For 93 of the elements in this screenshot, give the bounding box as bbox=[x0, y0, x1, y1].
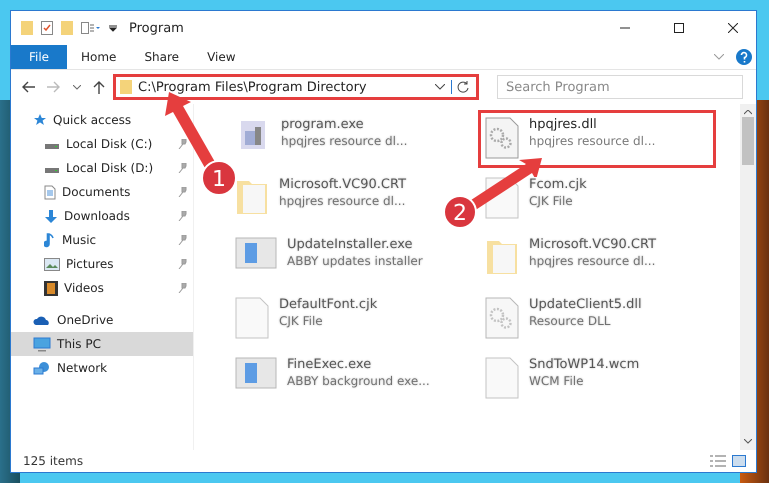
file-name: UpdateInstaller.exe bbox=[287, 237, 413, 252]
ribbon-tab[interactable]: File bbox=[11, 45, 67, 69]
document-icon bbox=[44, 184, 56, 200]
window-icon bbox=[235, 357, 277, 389]
item-count: 125 items bbox=[23, 454, 84, 468]
sidebar-item[interactable]: This PC bbox=[11, 332, 193, 356]
chevron-icon[interactable] bbox=[714, 54, 724, 60]
file-item[interactable]: program.exe hpqjres resource dl... bbox=[228, 110, 414, 168]
forward-arrow-icon bbox=[47, 81, 61, 93]
file-item[interactable]: FineExec.exe ABBY background exe... bbox=[228, 350, 437, 408]
dropdown-icon[interactable] bbox=[435, 84, 445, 90]
file-item[interactable]: DefaultFont.cjk CJK File bbox=[228, 290, 384, 348]
sidebar-item-label: Local Disk (C:) bbox=[66, 137, 154, 151]
cloud-icon bbox=[33, 314, 51, 326]
sidebar-item-label: Documents bbox=[62, 185, 132, 199]
sidebar-item-label: OneDrive bbox=[57, 313, 114, 327]
properties-icon bbox=[81, 22, 101, 34]
music-note-icon bbox=[44, 232, 56, 248]
file-name: UpdateClient5.dll bbox=[529, 297, 642, 312]
ribbon-tab[interactable]: View bbox=[193, 45, 250, 69]
sidebar-item[interactable]: Pictures bbox=[11, 252, 193, 276]
sidebar-item-label: Music bbox=[62, 233, 98, 247]
search-field[interactable]: Search Program bbox=[497, 75, 743, 99]
checklist-icon bbox=[41, 21, 53, 35]
sidebar-item-label: Local Disk (D:) bbox=[66, 161, 154, 175]
callout-number: 2 bbox=[452, 199, 468, 225]
file-icon bbox=[485, 357, 519, 399]
scroll-up-icon[interactable] bbox=[744, 110, 752, 115]
settings-file-icon bbox=[485, 297, 519, 339]
network-icon bbox=[33, 360, 51, 376]
close-icon bbox=[728, 23, 738, 33]
up-arrow-icon bbox=[93, 80, 105, 94]
folder-icon bbox=[120, 80, 132, 94]
file-description: hpqjres resource dl... bbox=[279, 194, 406, 208]
sidebar-item-label: This PC bbox=[57, 337, 102, 351]
window-title: Program bbox=[129, 20, 185, 36]
folder-icon bbox=[61, 21, 73, 35]
back-arrow-icon bbox=[21, 81, 35, 93]
file-name: Fcom.cjk bbox=[529, 177, 587, 192]
settings-file-icon bbox=[485, 117, 519, 159]
picture-icon bbox=[44, 258, 60, 270]
monitor-icon bbox=[33, 336, 51, 352]
sidebar-item[interactable]: Downloads bbox=[11, 204, 193, 228]
file-description: WCM File bbox=[529, 374, 584, 388]
sidebar-item[interactable]: Videos bbox=[11, 276, 193, 300]
file-name: hpqjres.dll bbox=[529, 117, 597, 132]
address-bar[interactable]: C:\Program Files\Program Directory bbox=[113, 74, 479, 100]
callout-number: 1 bbox=[211, 165, 227, 191]
maximize-icon bbox=[674, 23, 684, 33]
ribbon-tab[interactable]: Home bbox=[67, 45, 130, 69]
file-description: Resource DLL bbox=[529, 314, 610, 328]
sidebar-item-label: Quick access bbox=[53, 113, 132, 127]
file-description: CJK File bbox=[279, 314, 323, 328]
sidebar-item-label: Pictures bbox=[66, 257, 115, 271]
sidebar-item-label: Videos bbox=[64, 281, 105, 295]
download-icon bbox=[44, 208, 58, 224]
file-description: CJK File bbox=[529, 194, 573, 208]
folder-icon bbox=[21, 21, 33, 35]
sidebar-item[interactable]: Network bbox=[11, 356, 193, 380]
file-name: DefaultFont.cjk bbox=[279, 297, 378, 312]
file-icon bbox=[235, 297, 269, 339]
file-description: hpqjres resource dl... bbox=[529, 134, 656, 148]
file-item[interactable]: hpqjres.dll hpqjres resource dl... bbox=[478, 110, 716, 168]
address-path: C:\Program Files\Program Directory bbox=[138, 80, 368, 94]
scroll-thumb[interactable] bbox=[742, 117, 754, 165]
window-icon bbox=[235, 237, 277, 269]
sidebar-item-label: Downloads bbox=[64, 209, 131, 223]
file-item[interactable]: UpdateInstaller.exe ABBY updates installer bbox=[228, 230, 430, 288]
dropdown-icon[interactable] bbox=[109, 24, 117, 32]
large-icons-view-icon[interactable] bbox=[732, 455, 746, 467]
file-description: ABBY background exe... bbox=[287, 374, 430, 388]
sidebar-item[interactable]: OneDrive bbox=[11, 308, 193, 332]
caret-icon bbox=[73, 84, 81, 90]
details-view-icon[interactable] bbox=[710, 455, 726, 467]
file-description: hpqjres resource dl... bbox=[281, 134, 408, 148]
scroll-down-icon[interactable] bbox=[744, 439, 752, 444]
sidebar-item-label: Network bbox=[57, 361, 108, 375]
sidebar-item[interactable]: Local Disk (C:) bbox=[11, 132, 193, 156]
film-icon bbox=[44, 280, 58, 296]
star-icon bbox=[33, 113, 47, 127]
sidebar-item[interactable]: Quick access bbox=[11, 108, 193, 132]
file-description: hpqjres resource dl... bbox=[529, 254, 656, 268]
sidebar-item[interactable]: Local Disk (D:) bbox=[11, 156, 193, 180]
sidebar-item[interactable]: Music bbox=[11, 228, 193, 252]
help-icon[interactable] bbox=[736, 49, 752, 65]
file-description: ABBY updates installer bbox=[287, 254, 423, 268]
scrollbar[interactable] bbox=[740, 104, 756, 450]
file-item[interactable]: Microsoft.VC90.CRT hpqjres resource dl... bbox=[478, 230, 664, 288]
file-item[interactable]: SndToWP14.wcm WCM File bbox=[478, 350, 646, 408]
ribbon-tab[interactable]: Share bbox=[130, 45, 194, 69]
sidebar-item[interactable]: Documents bbox=[11, 180, 193, 204]
file-item[interactable]: Microsoft.VC90.CRT hpqjres resource dl... bbox=[228, 170, 414, 228]
file-item[interactable]: UpdateClient5.dll Resource DLL bbox=[478, 290, 649, 348]
